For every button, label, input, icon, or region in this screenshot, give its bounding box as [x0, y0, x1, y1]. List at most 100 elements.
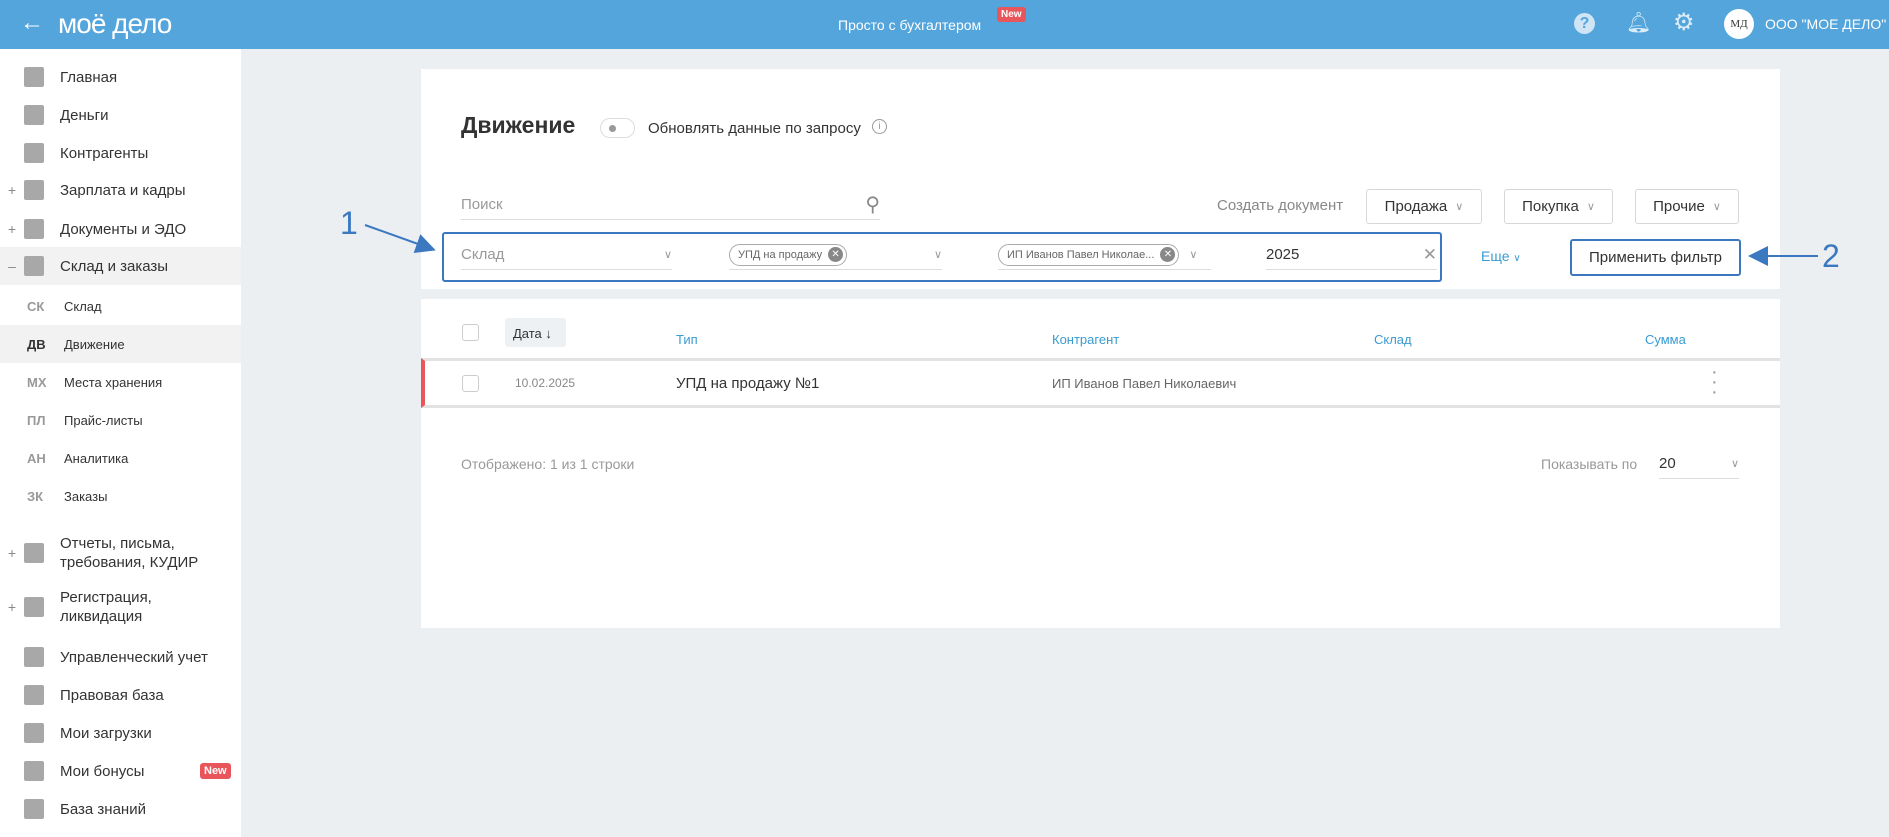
sidebar-subitem[interactable]: ЗК Заказы: [0, 477, 241, 515]
sidebar-subitem[interactable]: ПЛ Прайс-листы: [0, 401, 241, 439]
column-warehouse[interactable]: Склад: [1374, 332, 1412, 347]
apply-filter-button[interactable]: Применить фильтр: [1570, 239, 1741, 276]
create-document-label: Создать документ: [1217, 197, 1344, 214]
table-row[interactable]: 10.02.2025 УПД на продажу №1 ИП Иванов П…: [421, 358, 1780, 408]
gear-icon[interactable]: ⚙: [1673, 8, 1695, 37]
company-name[interactable]: ООО "МОЕ ДЕЛО": [1765, 16, 1886, 32]
chevron-down-icon: ∨: [1189, 249, 1198, 261]
sidebar-item[interactable]: База знаний: [0, 790, 241, 828]
sidebar-subitem[interactable]: СК Склад: [0, 287, 241, 325]
new-badge: New: [997, 7, 1026, 22]
column-date-sort[interactable]: Дата ↓: [505, 318, 566, 347]
warehouse-icon: [24, 256, 44, 276]
subitem-abbr: МХ: [27, 374, 47, 390]
sidebar-item[interactable]: Главная: [0, 58, 241, 96]
search-input[interactable]: Поиск ⚲: [461, 190, 880, 220]
subitem-label: Движение: [64, 336, 125, 352]
row-counterparty: ИП Иванов Павел Николаевич: [1052, 376, 1237, 391]
sidebar-item-label: Отчеты, письма, требования, КУДИР: [60, 535, 199, 571]
refresh-toggle[interactable]: [600, 118, 635, 138]
expand-icon[interactable]: +: [0, 221, 24, 237]
sidebar-item[interactable]: Мои загрузки: [0, 714, 241, 752]
chevron-down-icon: ∨: [1455, 201, 1464, 213]
table-card: Дата ↓ Тип Контрагент Склад Сумма 10.02.…: [421, 299, 1780, 628]
select-all-checkbox[interactable]: [462, 324, 479, 341]
sale-button[interactable]: Продажа ∨: [1366, 189, 1482, 224]
row-type[interactable]: УПД на продажу №1: [676, 375, 819, 392]
sidebar: Главная Деньги Контрагенты + Зарплата и кадр…: [0, 49, 241, 837]
counterparty-select[interactable]: ИП Иванов Павел Николае... ✕ ∨: [998, 240, 1211, 270]
filter-card: Движение Обновлять данные по запросу i П…: [421, 69, 1780, 289]
rows-shown-text: Отображено: 1 из 1 строки: [461, 456, 635, 472]
ruble-icon: [24, 647, 44, 667]
subitem-abbr: ДВ: [27, 336, 46, 352]
sidebar-item[interactable]: Мои бонусы New: [0, 752, 241, 790]
type-select[interactable]: УПД на продажу ✕ ∨: [729, 240, 942, 270]
sidebar-item[interactable]: + Зарплата и кадры: [0, 171, 241, 209]
sidebar-item-label: Деньги: [60, 106, 109, 124]
warehouse-select[interactable]: Склад ∨: [461, 240, 672, 270]
help-icon[interactable]: ?: [1574, 13, 1595, 34]
remove-chip-icon[interactable]: ✕: [828, 247, 844, 262]
bell-icon[interactable]: 🔔︎: [1626, 10, 1651, 35]
sidebar-item[interactable]: + Документы и ЭДО: [0, 210, 241, 248]
more-filters-link[interactable]: Еще ∨: [1481, 248, 1521, 264]
search-placeholder: Поиск: [461, 196, 503, 213]
expand-icon[interactable]: +: [0, 599, 24, 615]
sidebar-subitem[interactable]: МХ Места хранения: [0, 363, 241, 401]
sort-arrow-icon: ↓: [545, 326, 552, 341]
home-icon: [24, 67, 44, 87]
subitem-abbr: АН: [27, 450, 46, 466]
per-page-label: Показывать по: [1541, 456, 1638, 472]
year-input[interactable]: 2025 ✕: [1266, 240, 1437, 270]
subitem-label: Аналитика: [64, 450, 129, 466]
graduation-icon: [24, 799, 44, 819]
other-button[interactable]: Прочие ∨: [1635, 189, 1739, 224]
row-checkbox[interactable]: [462, 375, 479, 392]
column-counterparty[interactable]: Контрагент: [1052, 332, 1119, 347]
sidebar-item[interactable]: + Регистрация, ликвидация: [0, 581, 241, 633]
search-icon[interactable]: ⚲: [865, 192, 880, 217]
back-arrow-icon[interactable]: ←: [20, 9, 44, 37]
per-page-select[interactable]: 20 ∨: [1659, 449, 1739, 479]
expand-icon[interactable]: –: [0, 258, 24, 274]
purchase-button[interactable]: Покупка ∨: [1504, 189, 1613, 224]
sidebar-item[interactable]: + Отчеты, письма, требования, КУДИР: [0, 527, 241, 579]
expand-icon[interactable]: +: [0, 182, 24, 198]
subitem-abbr: ПЛ: [27, 412, 46, 428]
toggle-label: Обновлять данные по запросу: [648, 120, 861, 137]
sidebar-item-label: Документы и ЭДО: [60, 220, 187, 238]
center-link[interactable]: Просто с бухгалтером: [838, 17, 981, 33]
sidebar-item-label: Правовая база: [60, 686, 164, 704]
logo[interactable]: моё дело: [58, 8, 172, 40]
sidebar-item-label: Зарплата и кадры: [60, 181, 186, 199]
sidebar-item[interactable]: Правовая база: [0, 676, 241, 714]
kebab-menu-icon[interactable]: · · ·: [1711, 362, 1718, 402]
sidebar-item-label: Регистрация, ликвидация: [60, 589, 152, 625]
person-icon: [24, 143, 44, 163]
clear-icon[interactable]: ✕: [1423, 245, 1437, 265]
subitem-label: Места хранения: [64, 374, 163, 390]
sidebar-item[interactable]: Деньги: [0, 96, 241, 134]
chevron-down-icon: ∨: [663, 249, 672, 261]
sidebar-item-label: Управленческий учет: [60, 648, 208, 666]
money-icon: [24, 105, 44, 125]
sidebar-item[interactable]: – Склад и заказы: [0, 247, 241, 285]
subitem-abbr: СК: [27, 298, 45, 314]
subitem-label: Прайс-листы: [64, 412, 143, 428]
sidebar-subitem[interactable]: ДВ Движение: [0, 325, 241, 363]
info-icon[interactable]: i: [872, 119, 887, 134]
remove-chip-icon[interactable]: ✕: [1160, 247, 1176, 262]
sidebar-item[interactable]: Контрагенты: [0, 134, 241, 172]
report-icon: [24, 543, 44, 563]
avatar[interactable]: МД: [1724, 9, 1754, 39]
sidebar-item-label: Мои загрузки: [60, 724, 152, 742]
sidebar-subitem[interactable]: АН Аналитика: [0, 439, 241, 477]
briefcase-icon: [24, 685, 44, 705]
column-type[interactable]: Тип: [676, 332, 698, 347]
sidebar-item[interactable]: Управленческий учет: [0, 638, 241, 676]
registration-icon: [24, 597, 44, 617]
expand-icon[interactable]: +: [0, 545, 24, 561]
column-sum[interactable]: Сумма: [1645, 332, 1686, 347]
gift-icon: [24, 761, 44, 781]
